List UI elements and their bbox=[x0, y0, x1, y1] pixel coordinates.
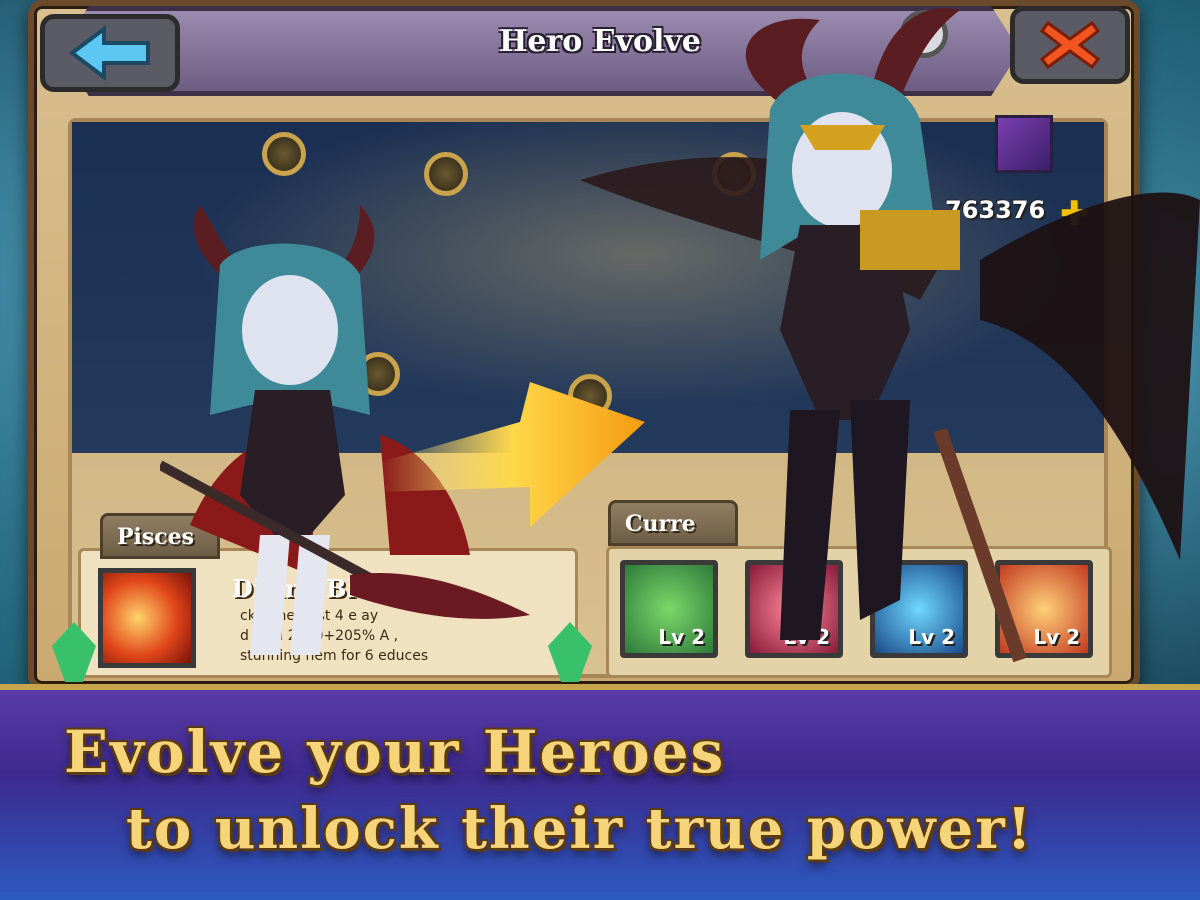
constellation-node[interactable] bbox=[424, 152, 468, 196]
banner-headline: Evolve your Heroes bbox=[64, 718, 726, 786]
constellation-node[interactable] bbox=[262, 132, 306, 176]
promo-banner bbox=[0, 684, 1200, 900]
evolved-hero-character bbox=[580, 8, 1200, 663]
back-arrow-icon bbox=[68, 25, 150, 81]
banner-subheadline: to unlock their true power! bbox=[126, 796, 1034, 862]
evolve-arrow-icon bbox=[380, 382, 645, 527]
back-button[interactable] bbox=[40, 14, 180, 92]
